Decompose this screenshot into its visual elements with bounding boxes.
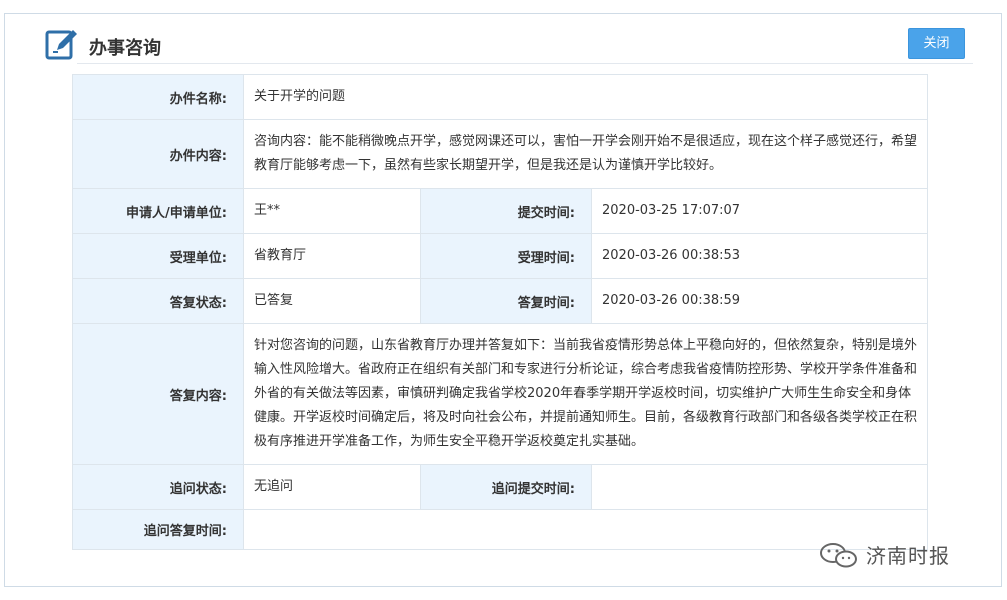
table-row: 答复状态: 已答复 答复时间: 2020-03-26 00:38:59: [72, 278, 929, 324]
divider: [77, 63, 973, 64]
table-row: 办件内容: 咨询内容：能不能稍微晚点开学，感觉网课还可以，害怕一开学会刚开始不是…: [72, 119, 929, 189]
table-row: 办件名称: 关于开学的问题: [72, 74, 929, 120]
submit-time-value: 2020-03-25 17:07:07: [590, 188, 929, 234]
table-row: 答复内容: 针对您咨询的问题，山东省教育厅办理并答复如下：当前我省疫情形势总体上…: [72, 323, 929, 465]
followup-submit-label: 追问提交时间:: [420, 464, 592, 510]
applicant-value: 王**: [243, 188, 421, 234]
reply-time-value: 2020-03-26 00:38:59: [590, 278, 929, 324]
accept-unit-label: 受理单位:: [72, 233, 244, 279]
followup-status-label: 追问状态:: [72, 464, 244, 510]
table-row: 追问答复时间:: [72, 509, 929, 550]
watermark: 济南时报: [818, 540, 950, 569]
followup-reply-label: 追问答复时间:: [72, 509, 244, 550]
table-row: 追问状态: 无追问 追问提交时间:: [72, 464, 929, 510]
followup-status-value: 无追问: [243, 464, 421, 510]
table-row: 受理单位: 省教育厅 受理时间: 2020-03-26 00:38:53: [72, 233, 929, 279]
reply-content-value: 针对您咨询的问题，山东省教育厅办理并答复如下：当前我省疫情形势总体上平稳向好的，…: [242, 323, 929, 465]
reply-content-label: 答复内容:: [72, 323, 244, 465]
reply-status-value: 已答复: [243, 278, 421, 324]
submit-time-label: 提交时间:: [420, 188, 592, 234]
table-row: 申请人/申请单位: 王** 提交时间: 2020-03-25 17:07:07: [72, 188, 929, 234]
accept-unit-value: 省教育厅: [243, 233, 421, 279]
content-label: 办件内容:: [72, 119, 244, 189]
info-table: 办件名称: 关于开学的问题 办件内容: 咨询内容：能不能稍微晚点开学，感觉网课还…: [72, 74, 929, 550]
reply-time-label: 答复时间:: [420, 278, 592, 324]
accept-time-value: 2020-03-26 00:38:53: [590, 233, 929, 279]
edit-icon: [45, 30, 77, 60]
close-button[interactable]: 关闭: [908, 28, 965, 59]
page-title: 办事咨询: [89, 38, 161, 59]
followup-submit-value: [590, 464, 929, 510]
reply-status-label: 答复状态:: [72, 278, 244, 324]
name-value: 关于开学的问题: [242, 74, 929, 120]
wechat-icon: [820, 542, 857, 567]
applicant-label: 申请人/申请单位:: [72, 188, 244, 234]
content-value: 咨询内容：能不能稍微晚点开学，感觉网课还可以，害怕一开学会刚开始不是很适应，现在…: [242, 119, 929, 189]
panel-header: 办事咨询: [45, 28, 965, 64]
name-label: 办件名称:: [72, 74, 244, 120]
watermark-text: 济南时报: [866, 544, 950, 568]
accept-time-label: 受理时间:: [420, 233, 592, 279]
